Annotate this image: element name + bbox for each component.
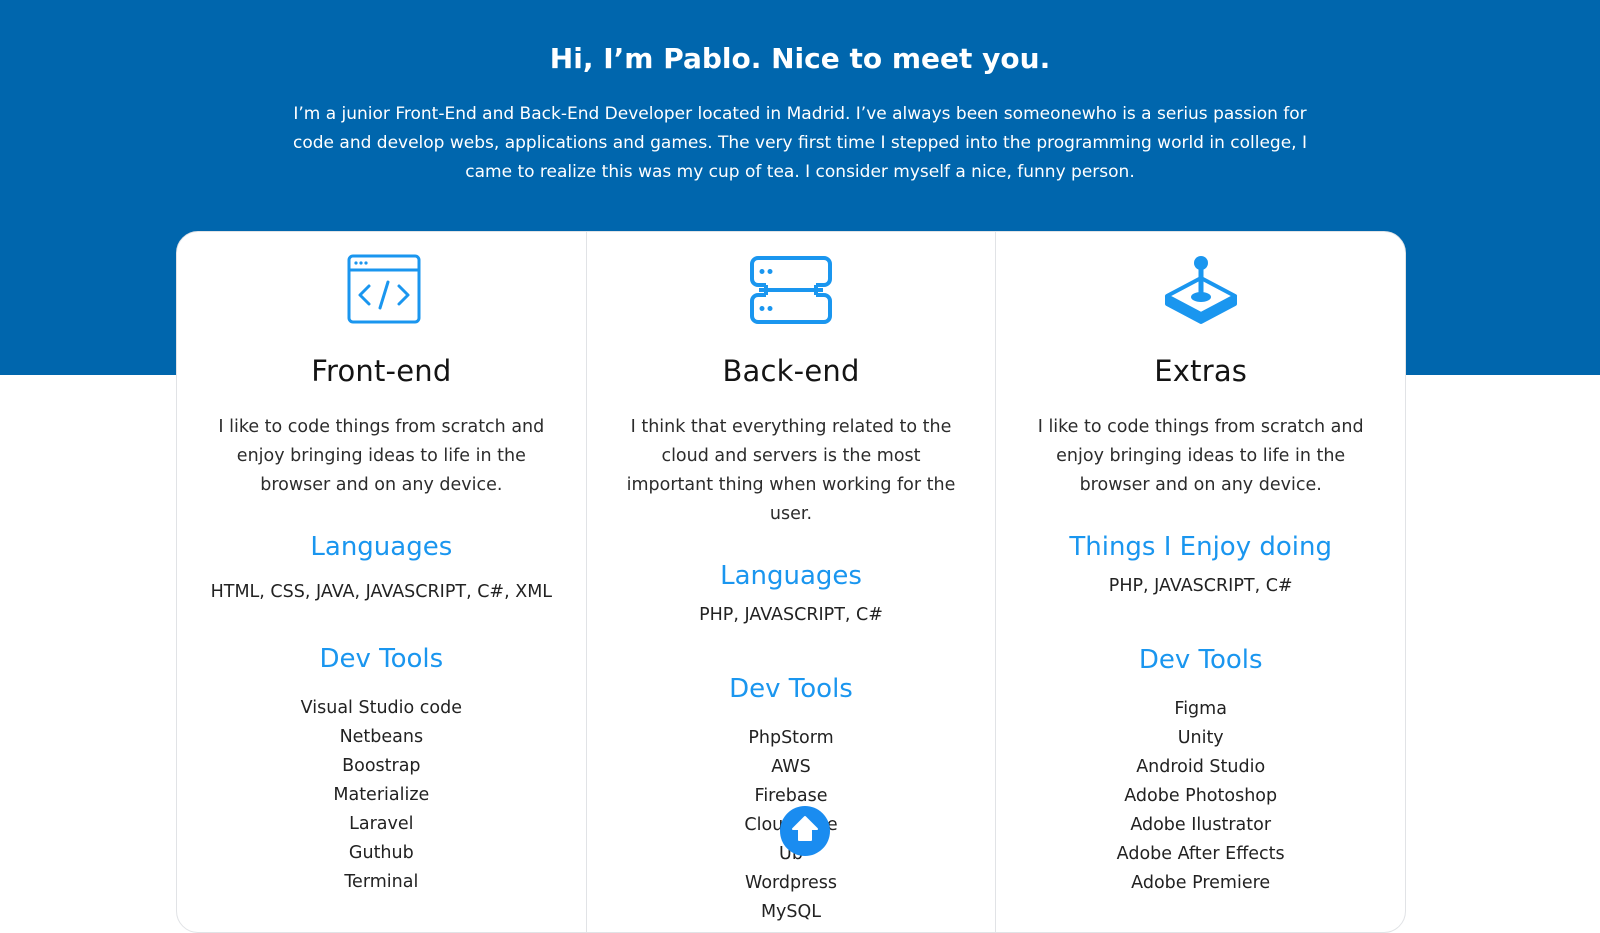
skills-column-extras: Extras I like to code things from scratc…: [995, 232, 1405, 932]
enjoy-text: PHP, JAVASCRIPT, C#: [1108, 576, 1293, 596]
dev-tools-list: Figma Unity Android Studio Adobe Photosh…: [996, 695, 1405, 898]
dev-tools-heading: Dev Tools: [729, 674, 853, 704]
code-window-icon: [177, 254, 586, 328]
list-item: PhpStorm: [748, 728, 834, 748]
list-item: Materialize: [333, 785, 430, 805]
languages-text: PHP, JAVASCRIPT, C#: [699, 605, 883, 625]
list-item: Adobe Premiere: [1131, 873, 1271, 893]
column-description: I like to code things from scratch and e…: [218, 417, 545, 495]
list-item: Adobe After Effects: [1116, 844, 1285, 864]
dev-tools-heading: Dev Tools: [1138, 645, 1263, 675]
server-icon: [587, 254, 996, 328]
list-item: Wordpress: [745, 873, 837, 893]
list-item: Firebase: [754, 786, 828, 806]
list-item: AWS: [771, 757, 811, 777]
languages-heading: Languages: [720, 561, 862, 591]
list-item: Android Studio: [1136, 757, 1266, 777]
enjoy-heading: Things I Enjoy doing: [1069, 532, 1332, 562]
list-item: Adobe Photoshop: [1124, 786, 1278, 806]
column-title: Front-end: [311, 354, 452, 388]
list-item: Adobe Ilustrator: [1130, 815, 1272, 835]
list-item: Unity: [1177, 728, 1224, 748]
list-item: Guthub: [348, 843, 414, 863]
intro-text: I’m a junior Front-End and Back-End Deve…: [293, 104, 1307, 182]
scroll-to-top-button[interactable]: [780, 806, 830, 856]
dev-tools-heading: Dev Tools: [319, 644, 444, 674]
list-item: Figma: [1174, 699, 1227, 719]
skills-column-frontend: Front-end I like to code things from scr…: [177, 232, 586, 932]
languages-text: HTML, CSS, JAVA, JAVASCRIPT, C#, XML: [210, 582, 553, 602]
column-title: Back-end: [722, 354, 860, 388]
column-description: I like to code things from scratch and e…: [1037, 417, 1364, 495]
list-item: MySQL: [760, 902, 822, 922]
column-title: Extras: [1154, 354, 1248, 388]
list-item: Netbeans: [339, 727, 424, 747]
languages-heading: Languages: [310, 532, 453, 562]
list-item: Boostrap: [342, 756, 421, 776]
page-title: Hi, I’m Pablo. Nice to meet you.: [549, 42, 1051, 75]
dev-tools-list: Visual Studio code Netbeans Boostrap Mat…: [177, 694, 586, 897]
column-description: I think that everything related to the c…: [626, 417, 956, 524]
list-item: Terminal: [344, 872, 419, 892]
arrow-up-icon: [790, 814, 820, 848]
list-item: Visual Studio code: [300, 698, 462, 718]
list-item: Laravel: [349, 814, 414, 834]
joystick-icon: [996, 254, 1405, 328]
